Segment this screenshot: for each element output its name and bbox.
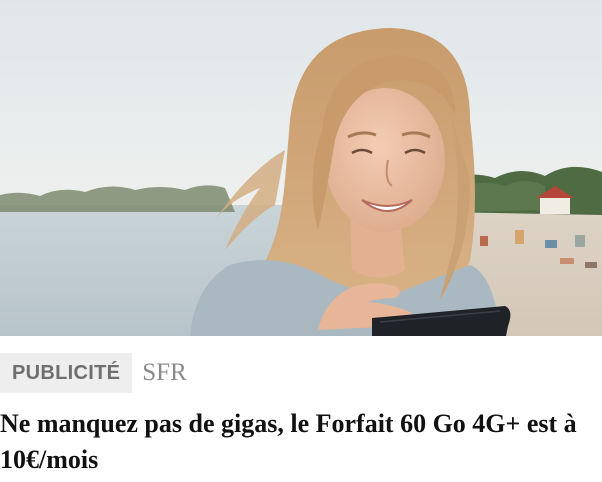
ad-headline-link[interactable]: Ne manquez pas de gigas, le Forfait 60 G… [0,406,590,478]
advertisement-badge: PUBLICITÉ [0,353,133,393]
ad-meta-row: PUBLICITÉ SFR [0,353,187,393]
sponsored-article-card[interactable]: PUBLICITÉ SFR Ne manquez pas de gigas, l… [0,0,602,482]
ad-hero-image[interactable] [0,0,602,336]
sponsor-name[interactable]: SFR [142,353,186,393]
